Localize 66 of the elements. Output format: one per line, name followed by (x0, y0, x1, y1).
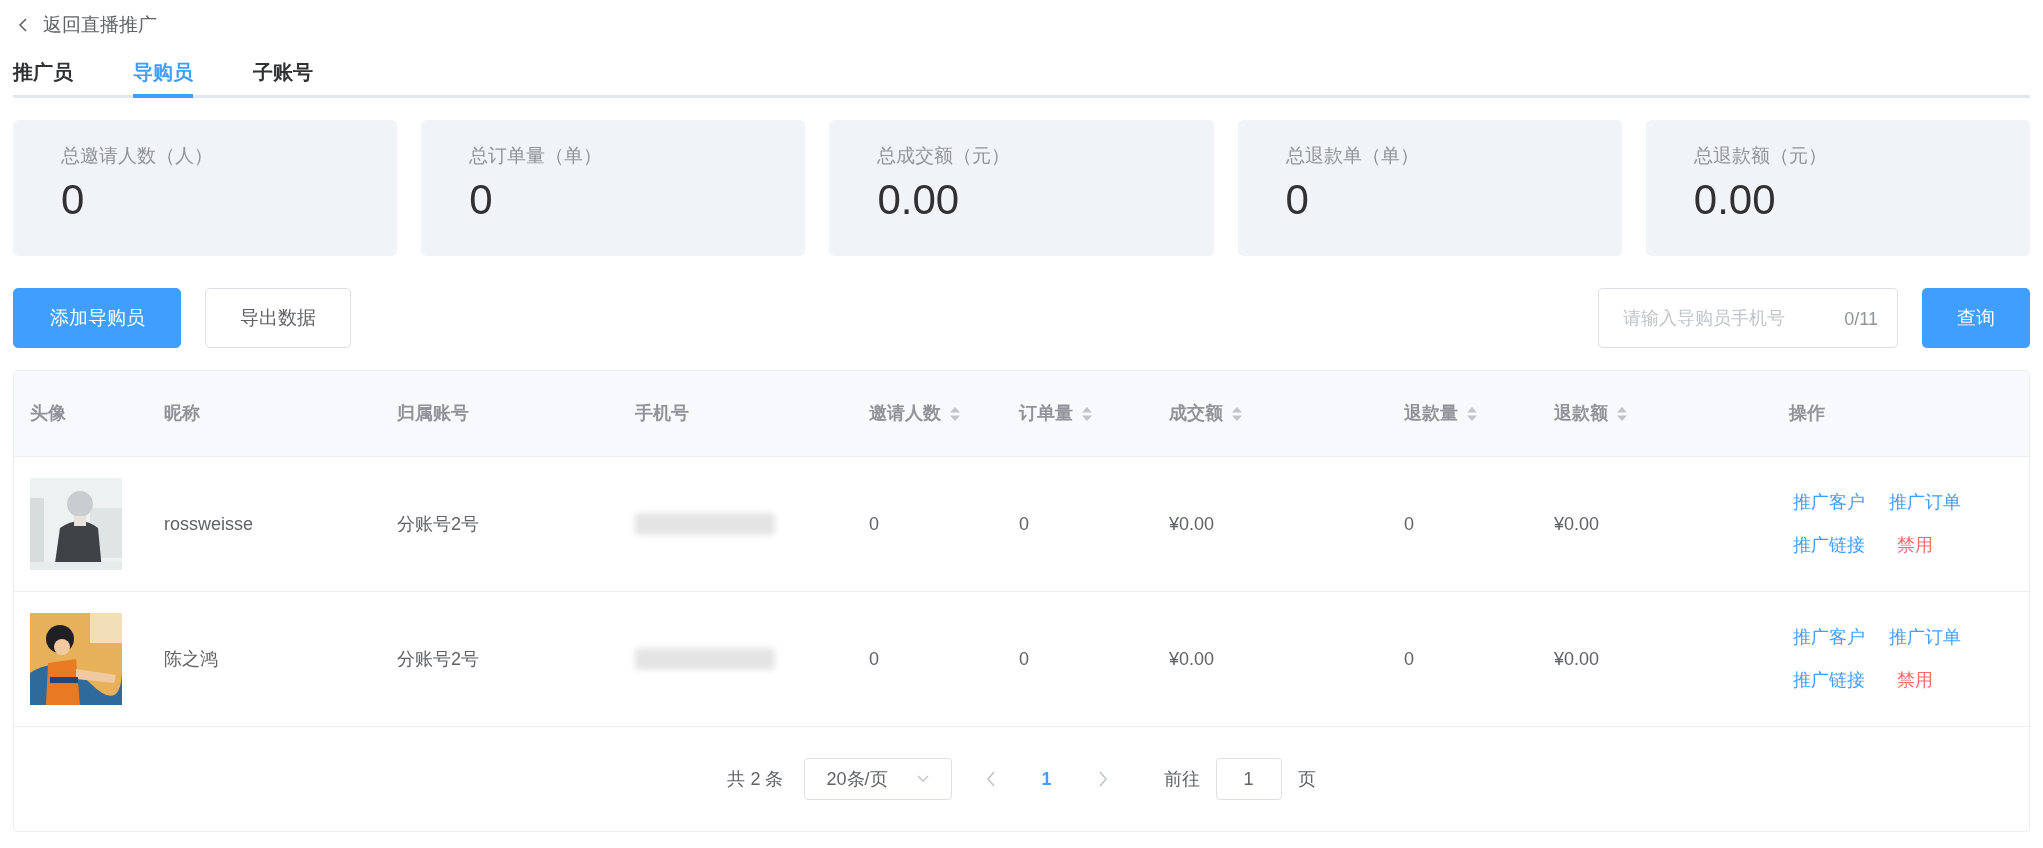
stat-value: 0 (1285, 174, 1309, 225)
stat-value: 0.00 (1693, 174, 1776, 225)
table-cell-text: ¥0.00 (1554, 512, 1600, 536)
table-cell-text: 陈之鸿 (164, 647, 218, 671)
action-link[interactable]: 推广客户 (1793, 489, 1865, 516)
stat-label: 总退款单（单） (1285, 144, 1419, 168)
stat-label: 总成交额（元） (877, 144, 1011, 168)
column-header: 操作 (1789, 402, 1825, 425)
query-button[interactable]: 查询 (1922, 288, 2030, 348)
next-icon[interactable] (1097, 771, 1108, 787)
table-cell-text: ¥0.00 (1169, 647, 1215, 671)
stat-value: 0.00 (877, 174, 960, 225)
chevron-down-icon (916, 775, 929, 783)
table-cell-text: 0 (1019, 647, 1029, 671)
action-link[interactable]: 推广链接 (1793, 667, 1865, 694)
column-header: 手机号 (635, 402, 689, 425)
sort-icon[interactable] (949, 405, 961, 422)
table-cell-text: 0 (869, 512, 879, 536)
add-button[interactable]: 添加导购员 (13, 288, 181, 348)
page-input[interactable]: 1 (1215, 758, 1282, 800)
table-cell-text: 0 (1404, 647, 1414, 671)
action-link[interactable]: 推广订单 (1889, 624, 1961, 651)
sort-icon[interactable] (1231, 405, 1243, 422)
sort-icon[interactable] (1466, 405, 1478, 422)
column-header: 订单量 (1019, 402, 1073, 425)
tab[interactable]: 导购员 (133, 50, 193, 98)
character-counter: 0/11 (1844, 308, 1878, 331)
column-header: 退款额 (1554, 402, 1608, 425)
column-header: 归属账号 (397, 402, 469, 425)
table-cell-text: 0 (1404, 512, 1414, 536)
column-header: 退款量 (1404, 402, 1458, 425)
back-link[interactable]: 返回直播推广 (43, 10, 157, 40)
tab[interactable]: 推广员 (13, 50, 73, 98)
select-value: 20条/页 (826, 767, 888, 791)
table-cell-text: 0 (1019, 512, 1029, 536)
page-suffix: 页 (1297, 767, 1316, 791)
goto-label: 前往 (1163, 767, 1200, 791)
stat-label: 总订单量（单） (469, 144, 603, 168)
action-link[interactable]: 推广客户 (1793, 624, 1865, 651)
sort-icon[interactable] (1616, 405, 1628, 422)
sort-icon[interactable] (1081, 405, 1093, 422)
action-link[interactable]: 推广订单 (1889, 489, 1961, 516)
total-count: 共 2 条 (727, 767, 784, 791)
table-cell-text: rossweisse (164, 512, 254, 536)
page-size-select[interactable]: 20条/页 (803, 758, 952, 800)
stat-label: 总邀请人数（人） (61, 144, 213, 168)
export-button[interactable]: 导出数据 (205, 288, 351, 348)
previous-icon[interactable] (985, 771, 996, 787)
column-header: 昵称 (164, 402, 200, 425)
tab[interactable]: 子账号 (253, 50, 313, 98)
table-cell-text: ¥0.00 (1554, 647, 1600, 671)
table-cell-text: 分账号2号 (397, 647, 479, 671)
table-cell-text: 分账号2号 (397, 512, 479, 536)
action-link[interactable]: 推广链接 (1793, 532, 1865, 559)
table-cell-text: ¥0.00 (1169, 512, 1215, 536)
disable-link[interactable]: 禁用 (1889, 667, 1961, 694)
column-header: 头像 (30, 402, 66, 425)
table-cell-text: 0 (869, 647, 879, 671)
stat-value: 0 (61, 174, 85, 225)
stat-value: 0 (469, 174, 493, 225)
disable-link[interactable]: 禁用 (1889, 532, 1961, 559)
column-header: 成交额 (1169, 402, 1223, 425)
stat-label: 总退款额（元） (1693, 144, 1827, 168)
back-icon[interactable] (17, 17, 29, 33)
page-number[interactable]: 1 (1011, 765, 1082, 793)
column-header: 邀请人数 (869, 402, 941, 425)
